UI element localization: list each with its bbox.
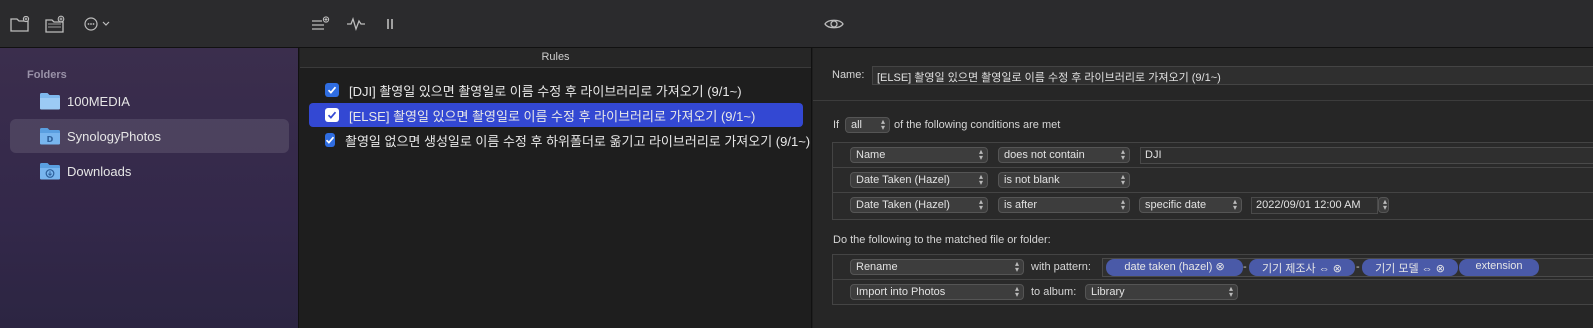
condition-attribute-value: Date Taken (Hazel) bbox=[856, 199, 950, 211]
folder-icon bbox=[39, 92, 61, 110]
sidebar-item-label: SynologyPhotos bbox=[67, 128, 161, 144]
synology-folder-icon: D bbox=[39, 127, 61, 145]
popup-arrows-icon: ▴ ▾ bbox=[880, 117, 885, 132]
popup-arrows-icon: ▴ ▾ bbox=[1014, 284, 1019, 299]
sidebar-item-100media[interactable]: 100MEDIA bbox=[10, 84, 289, 118]
action-row: Rename ▴ ▾ with pattern: date taken (haze… bbox=[833, 255, 1593, 280]
pattern-token-model[interactable]: 기기 모델 ⇔ ⊗ bbox=[1362, 259, 1458, 276]
rule-checkbox[interactable] bbox=[325, 133, 335, 147]
album-popup[interactable]: Library ▴ ▾ bbox=[1085, 284, 1238, 300]
rules-header: Rules bbox=[300, 48, 811, 68]
condition-row: Date Taken (Hazel) ▴ ▾ is not blank ▴ ▾ bbox=[833, 168, 1593, 193]
condition-row: Name ▴ ▾ does not contain ▴ ▾ DJI bbox=[833, 143, 1593, 168]
popup-arrows-icon: ▴ ▾ bbox=[1228, 284, 1233, 299]
popup-arrows-icon: ▴ ▾ bbox=[978, 147, 983, 162]
popup-arrows-icon: ▴ ▾ bbox=[1120, 197, 1125, 212]
sidebar-item-label: Downloads bbox=[67, 163, 132, 179]
album-value: Library bbox=[1091, 286, 1125, 298]
action-row: Import into Photos ▴ ▾ to album: Library … bbox=[833, 280, 1593, 305]
condition-row: Date Taken (Hazel) ▴ ▾ is after ▴ ▾ specif… bbox=[833, 193, 1593, 218]
rule-name-field[interactable]: [ELSE] 촬영일 있으면 촬영일로 이름 수정 후 라이브러리로 가져오기 … bbox=[872, 66, 1593, 85]
pattern-token-date-taken[interactable]: date taken (hazel) ⊗ bbox=[1106, 259, 1243, 276]
action-type-value: Rename bbox=[856, 261, 898, 273]
pattern-token-maker[interactable]: 기기 제조사 ⇔ ⊗ bbox=[1249, 259, 1355, 276]
condition-operator-popup[interactable]: is after ▴ ▾ bbox=[998, 197, 1130, 213]
pause-icon[interactable] bbox=[379, 14, 401, 34]
pattern-separator: - bbox=[1356, 261, 1360, 273]
rule-item[interactable]: [DJI] 촬영일 있으면 촬영일로 이름 수정 후 라이브러리로 가져오기 (… bbox=[309, 78, 803, 102]
rule-label: 촬영일 없으면 생성일로 이름 수정 후 하위폴더로 옮기고 라이브러리로 가져… bbox=[345, 133, 811, 149]
rule-item[interactable]: 촬영일 없으면 생성일로 이름 수정 후 하위폴더로 옮기고 라이브러리로 가져… bbox=[309, 128, 810, 152]
conditions-description: of the following conditions are met bbox=[894, 119, 1061, 131]
action-type-popup[interactable]: Import into Photos ▴ ▾ bbox=[850, 284, 1024, 300]
conditions-list: Name ▴ ▾ does not contain ▴ ▾ DJI Date Tak… bbox=[832, 142, 1593, 220]
popup-arrows-icon: ▴ ▾ bbox=[1120, 172, 1125, 187]
toolbar bbox=[0, 0, 1593, 48]
condition-attribute-value: Date Taken (Hazel) bbox=[856, 174, 950, 186]
preview-icon[interactable] bbox=[823, 14, 845, 34]
sidebar-header: Folders bbox=[27, 69, 67, 81]
rules-panel: Rules [DJI] 촬영일 있으면 촬영일로 이름 수정 후 라이브러리로 … bbox=[300, 48, 812, 328]
if-label: If bbox=[833, 119, 840, 131]
condition-operator-value: is not blank bbox=[1004, 174, 1060, 186]
action-type-popup[interactable]: Rename ▴ ▾ bbox=[850, 259, 1024, 275]
downloads-folder-icon bbox=[39, 162, 61, 180]
match-all-value: all bbox=[851, 119, 863, 131]
more-options-icon[interactable] bbox=[83, 14, 113, 34]
condition-operator-value: is after bbox=[1004, 199, 1038, 211]
condition-attribute-popup[interactable]: Date Taken (Hazel) ▴ ▾ bbox=[850, 197, 988, 213]
popup-arrows-icon: ▴ ▾ bbox=[1014, 259, 1019, 274]
date-field[interactable]: 2022/09/01 12:00 AM bbox=[1251, 197, 1378, 214]
condition-value-field[interactable]: DJI bbox=[1140, 147, 1593, 164]
condition-attribute-value: Name bbox=[856, 149, 886, 161]
date-qualifier-value: specific date bbox=[1145, 199, 1207, 211]
rule-checkbox[interactable] bbox=[325, 83, 339, 97]
sidebar-item-synologyphotos[interactable]: D SynologyPhotos bbox=[10, 119, 289, 153]
action-type-value: Import into Photos bbox=[856, 286, 946, 298]
pattern-separator: - bbox=[1243, 261, 1247, 273]
condition-attribute-popup[interactable]: Date Taken (Hazel) ▴ ▾ bbox=[850, 172, 988, 188]
rule-name-row: Name: [ELSE] 촬영일 있으면 촬영일로 이름 수정 후 라이브러리로… bbox=[813, 48, 1593, 101]
pattern-token-extension[interactable]: extension bbox=[1459, 259, 1539, 276]
rule-label: [DJI] 촬영일 있으면 촬영일로 이름 수정 후 라이브러리로 가져오기 (… bbox=[349, 83, 742, 99]
popup-arrows-icon: ▴ ▾ bbox=[1232, 197, 1237, 212]
add-folder-icon[interactable] bbox=[44, 14, 66, 34]
svg-text:D: D bbox=[47, 135, 54, 144]
action-connector-label: to album: bbox=[1031, 286, 1077, 298]
sidebar: Folders 100MEDIA D SynologyPhotos Downlo… bbox=[0, 48, 299, 328]
condition-operator-value: does not contain bbox=[1004, 149, 1085, 161]
date-stepper[interactable]: ▴ ▾ bbox=[1378, 197, 1389, 213]
popup-arrows-icon: ▴ ▾ bbox=[978, 197, 983, 212]
match-all-popup[interactable]: all ▴ ▾ bbox=[845, 117, 890, 133]
add-rule-icon[interactable] bbox=[309, 14, 331, 34]
date-qualifier-popup[interactable]: specific date ▴ ▾ bbox=[1139, 197, 1242, 213]
rule-name-label: Name: bbox=[832, 69, 865, 81]
condition-operator-popup[interactable]: does not contain ▴ ▾ bbox=[998, 147, 1130, 163]
condition-attribute-popup[interactable]: Name ▴ ▾ bbox=[850, 147, 988, 163]
rule-item-selected[interactable]: [ELSE] 촬영일 있으면 촬영일로 이름 수정 후 라이브러리로 가져오기 … bbox=[309, 103, 803, 127]
new-folder-icon[interactable] bbox=[9, 14, 31, 34]
popup-arrows-icon: ▴ ▾ bbox=[978, 172, 983, 187]
rule-label: [ELSE] 촬영일 있으면 촬영일로 이름 수정 후 라이브러리로 가져오기 … bbox=[349, 108, 756, 124]
condition-operator-popup[interactable]: is not blank ▴ ▾ bbox=[998, 172, 1130, 188]
actions-list: Rename ▴ ▾ with pattern: date taken (haze… bbox=[832, 254, 1593, 305]
rule-detail-panel: Name: [ELSE] 촬영일 있으면 촬영일로 이름 수정 후 라이브러리로… bbox=[813, 48, 1593, 328]
actions-label: Do the following to the matched file or … bbox=[833, 234, 1051, 246]
sidebar-item-label: 100MEDIA bbox=[67, 93, 130, 109]
action-connector-label: with pattern: bbox=[1031, 261, 1091, 273]
rule-checkbox[interactable] bbox=[325, 108, 339, 122]
stepper-arrows-icon: ▴ ▾ bbox=[1382, 197, 1387, 212]
activity-icon[interactable] bbox=[345, 14, 367, 34]
sidebar-item-downloads[interactable]: Downloads bbox=[10, 154, 289, 188]
popup-arrows-icon: ▴ ▾ bbox=[1120, 147, 1125, 162]
